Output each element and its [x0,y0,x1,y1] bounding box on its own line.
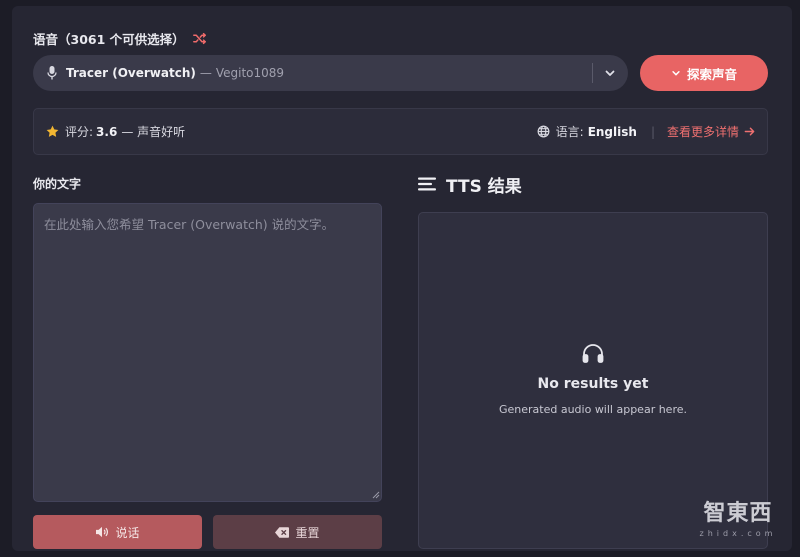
backspace-icon [275,526,290,538]
watermark-subtext: zhidx.com [699,529,777,538]
speaker-icon [95,526,109,538]
shuffle-icon[interactable] [192,32,206,45]
select-divider [592,63,593,83]
rating-description: — 声音好听 [121,125,186,139]
arrow-right-icon [744,126,755,137]
rating-value: 3.6 [96,124,118,139]
explore-voices-button[interactable]: 探索声音 [640,55,768,91]
empty-results-subtitle: Generated audio will appear here. [498,403,687,416]
voice-info-bar: 评分: 3.6 — 声音好听 语言: English | 查看更多详情 [33,108,768,155]
microphone-icon [47,66,57,80]
text-input[interactable] [33,203,382,502]
text-input-label: 你的文字 [33,177,82,191]
tts-results-title: TTS 结果 [446,176,522,197]
empty-results-title: No results yet [537,376,649,392]
watermark-text: 智東西 [703,501,773,526]
headphones-icon [582,343,604,363]
view-details-label: 查看更多详情 [666,125,739,139]
language-label: 语言: [555,125,584,139]
reset-button[interactable]: 重置 [213,515,382,549]
menu-icon [418,177,436,191]
voice-select[interactable]: Tracer (Overwatch) — Vegito1089 [33,55,628,91]
explore-voices-label: 探索声音 [686,66,737,82]
speak-label: 说话 [115,525,140,540]
selected-voice-author: Vegito1089 [215,66,285,80]
tts-results-heading: TTS 结果 [418,172,522,197]
resize-handle-icon[interactable] [372,491,380,499]
voice-heading-text: 语音（3061 个可供选择） [33,31,185,47]
watermark-logo: 智東西 zhidx.com [688,495,788,543]
rating-label: 评分: [65,125,94,139]
reset-label: 重置 [295,525,320,540]
watermark-mark: 智東西 [703,495,772,527]
info-right: 语言: English | 查看更多详情 [537,123,755,140]
voice-heading: 语音（3061 个可供选择） [33,29,206,47]
voice-separator: — [199,66,212,80]
speak-button[interactable]: 说话 [33,515,202,549]
chevron-down-icon [671,68,681,78]
star-icon [46,125,59,138]
chevron-down-icon[interactable] [604,67,616,79]
selected-voice-name: Tracer (Overwatch) [66,66,196,80]
view-details-link[interactable]: 查看更多详情 [667,123,755,140]
info-divider: | [650,124,655,139]
language-value: English [587,124,637,139]
globe-icon [537,125,550,138]
